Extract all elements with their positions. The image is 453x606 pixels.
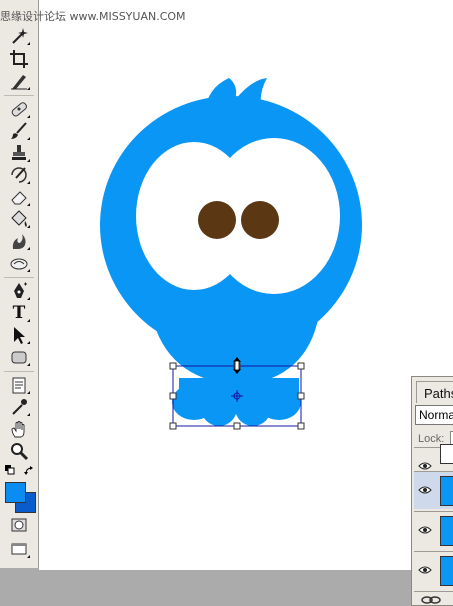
- hand-icon[interactable]: [8, 419, 30, 439]
- magic-wand-icon[interactable]: [8, 26, 30, 46]
- tab-paths[interactable]: Paths: [416, 381, 453, 403]
- quick-mask-icon[interactable]: [8, 515, 30, 535]
- bird-illustration: [100, 78, 362, 426]
- healing-brush-icon[interactable]: [8, 99, 30, 119]
- brush-icon[interactable]: [8, 121, 30, 141]
- rounded-rectangle-icon[interactable]: [8, 347, 30, 367]
- eye-icon[interactable]: [418, 564, 432, 576]
- swap-colors-icon[interactable]: [24, 466, 34, 476]
- layer-row[interactable]: [414, 511, 453, 549]
- paint-bucket-icon[interactable]: [8, 209, 30, 229]
- layer-thumbnail: [440, 516, 453, 546]
- bird-body: [149, 300, 321, 385]
- pen-icon[interactable]: [8, 281, 30, 301]
- eyedropper-icon[interactable]: [8, 397, 30, 417]
- type-icon[interactable]: T: [8, 303, 30, 323]
- handle-middle-left: [169, 392, 177, 400]
- eraser-icon[interactable]: [8, 187, 30, 207]
- slice-icon[interactable]: [8, 71, 30, 91]
- blend-mode-select[interactable]: Normal: [415, 405, 453, 425]
- document-canvas[interactable]: [39, 0, 453, 570]
- artwork: [100, 78, 362, 430]
- type-tool-label: T: [12, 303, 26, 323]
- handle-top-left: [169, 362, 177, 370]
- crop-icon[interactable]: [8, 49, 30, 69]
- history-brush-icon[interactable]: [8, 165, 30, 185]
- left-pupil: [198, 201, 236, 239]
- path-selection-icon[interactable]: [8, 325, 30, 345]
- layer-row[interactable]: [414, 551, 453, 589]
- smudge-icon[interactable]: [8, 253, 30, 273]
- paths-panel: Paths Normal Lock:: [411, 376, 453, 606]
- toolbox: T: [0, 0, 39, 568]
- layer-thumbnail: [440, 476, 453, 506]
- burn-icon[interactable]: [8, 231, 30, 251]
- watermark-text: 思缘设计论坛 www.MISSYUAN.COM: [0, 10, 186, 23]
- clone-stamp-icon[interactable]: [8, 143, 30, 163]
- color-swatches: [4, 464, 38, 513]
- screen-mode-icon[interactable]: [8, 539, 30, 559]
- foreground-color-swatch[interactable]: [5, 482, 26, 503]
- layer-thumbnail: [440, 556, 453, 586]
- zoom-icon[interactable]: [8, 441, 30, 461]
- right-pupil: [241, 201, 279, 239]
- handle-bottom-right: [297, 422, 305, 430]
- eye-icon[interactable]: [418, 524, 432, 536]
- notes-icon[interactable]: [8, 375, 30, 395]
- handle-bottom-left: [169, 422, 177, 430]
- handle-top-right: [297, 362, 305, 370]
- layer-row[interactable]: [414, 471, 453, 509]
- layer-thumbnail: [440, 444, 453, 464]
- handle-bottom-center: [233, 422, 241, 430]
- eye-icon[interactable]: [418, 484, 432, 496]
- default-colors-icon[interactable]: [5, 465, 15, 475]
- handle-middle-right: [297, 392, 305, 400]
